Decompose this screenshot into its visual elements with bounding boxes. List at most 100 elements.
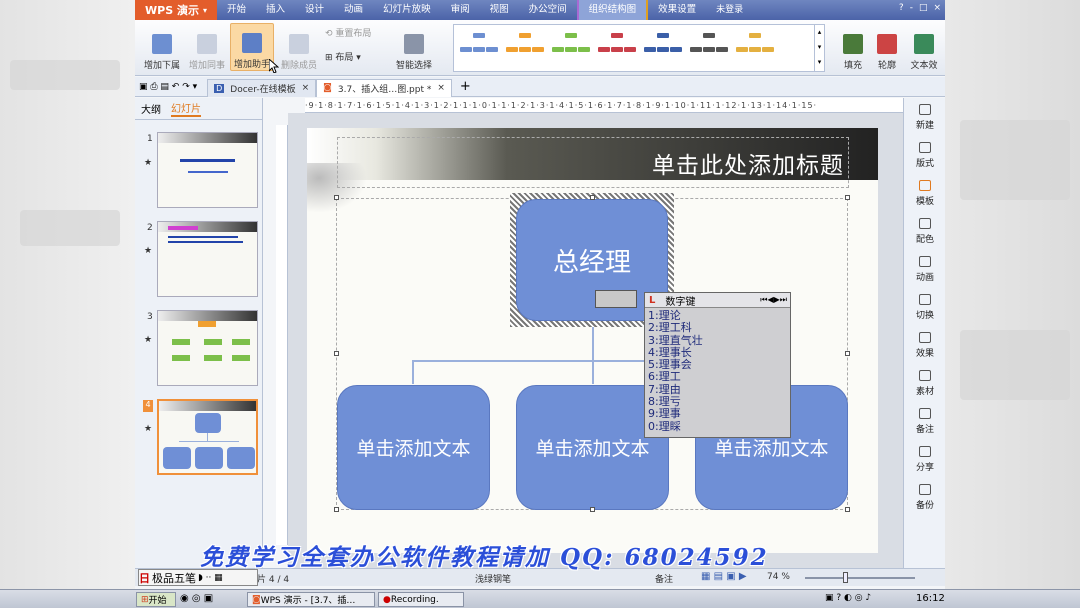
resize-handle[interactable] bbox=[845, 507, 850, 512]
style-item[interactable] bbox=[734, 29, 776, 67]
add-peer-button[interactable]: 增加同事 bbox=[185, 23, 229, 71]
taskbar-recording-window[interactable]: ● Recording. bbox=[378, 592, 464, 607]
smart-select-button[interactable]: 智能选择 bbox=[387, 23, 441, 71]
blurred-right-shape bbox=[960, 330, 1070, 400]
help-icon[interactable]: ? bbox=[899, 3, 904, 13]
text-effect-button[interactable]: 文本效 bbox=[907, 23, 941, 71]
resize-handle[interactable] bbox=[334, 351, 339, 356]
slide-number: 2 bbox=[147, 223, 153, 233]
vertical-ruler[interactable] bbox=[276, 125, 288, 545]
maximize-icon[interactable]: □ bbox=[919, 3, 928, 13]
add-subordinate-button[interactable]: 增加下属 bbox=[140, 23, 184, 71]
minimize-icon[interactable]: - bbox=[910, 3, 913, 13]
resize-handle[interactable] bbox=[590, 507, 595, 512]
tab-start[interactable]: 开始 bbox=[217, 0, 256, 20]
connector-line bbox=[412, 360, 414, 384]
slide-thumbnail-1[interactable] bbox=[157, 132, 258, 208]
tab-design[interactable]: 设计 bbox=[295, 0, 334, 20]
ime-name: 极品五笔 bbox=[152, 571, 196, 585]
resize-handle[interactable] bbox=[334, 195, 339, 200]
style-item[interactable] bbox=[504, 29, 546, 67]
slide-thumbnail-3[interactable] bbox=[157, 310, 258, 386]
style-item[interactable] bbox=[458, 29, 500, 67]
close-icon[interactable]: × bbox=[437, 83, 445, 93]
layout-pane-button[interactable]: 版式 bbox=[904, 142, 945, 169]
slide-thumbnail-2[interactable] bbox=[157, 221, 258, 297]
delete-member-label: 删除成员 bbox=[280, 61, 317, 71]
org-style-gallery[interactable]: ▴ ▾ ▾ bbox=[453, 24, 825, 72]
slide-canvas[interactable]: 单击此处添加标题 总经理 单击添加文本 单击添加文本 单击添加文本 bbox=[307, 128, 878, 553]
style-item[interactable] bbox=[596, 29, 638, 67]
tab-review[interactable]: 审阅 bbox=[441, 0, 480, 20]
transition-pane-button[interactable]: 切换 bbox=[904, 294, 945, 321]
notes-pane-button[interactable]: 备注 bbox=[904, 408, 945, 435]
ime-page-buttons[interactable]: ⏮◀▶⏭ bbox=[760, 295, 790, 305]
tray-icons[interactable]: ▣ ? ◐ ◎ ♪ bbox=[825, 593, 871, 603]
new-slide-icon bbox=[919, 104, 931, 115]
doc-tab-ppt[interactable]: ◙ 3.7、插入组…图.ppt * × bbox=[316, 78, 452, 97]
delete-member-button[interactable]: 删除成员 bbox=[277, 23, 321, 71]
quick-access-icons[interactable]: ▣ ⎙ ▤ ↶ ↷ ▾ bbox=[135, 82, 201, 92]
ime-composition-box[interactable] bbox=[595, 290, 637, 308]
tab-insert[interactable]: 插入 bbox=[256, 0, 295, 20]
notes-toggle[interactable]: 备注 bbox=[655, 572, 673, 585]
gallery-scroll[interactable]: ▴ ▾ ▾ bbox=[814, 25, 824, 71]
label: 效果 bbox=[915, 349, 934, 359]
wps-menu-button[interactable]: WPS 演示 ▾ bbox=[135, 0, 217, 20]
color-scheme-button[interactable]: 配色 bbox=[904, 218, 945, 245]
close-icon[interactable]: × bbox=[302, 83, 310, 93]
tab-animation[interactable]: 动画 bbox=[334, 0, 373, 20]
tab-outline[interactable]: 大纲 bbox=[141, 101, 161, 116]
zoom-level[interactable]: 74 % bbox=[767, 572, 790, 582]
ime-candidate[interactable]: 6:理工 bbox=[648, 371, 790, 384]
ime-status-bar[interactable]: 日 极品五笔 ◗ ·· ▦ bbox=[138, 569, 258, 586]
backup-pane-button[interactable]: 备份 bbox=[904, 484, 945, 511]
share-pane-button[interactable]: 分享 bbox=[904, 446, 945, 473]
ime-candidate-window[interactable]: L 数字键 ⏮◀▶⏭ 1:理论 2:理工科 3:理直气壮 4:理事长 5:理事会… bbox=[644, 292, 791, 438]
zoom-slider-thumb[interactable] bbox=[843, 572, 848, 583]
style-item[interactable] bbox=[688, 29, 730, 67]
material-pane-button[interactable]: 素材 bbox=[904, 370, 945, 397]
effects-pane-button[interactable]: 效果 bbox=[904, 332, 945, 359]
slide-thumbnail-4[interactable] bbox=[157, 399, 258, 475]
tab-effects[interactable]: 效果设置 bbox=[646, 0, 706, 20]
new-slide-button[interactable]: 新建 bbox=[904, 104, 945, 131]
fill-button[interactable]: 填充 bbox=[838, 23, 868, 71]
tab-view[interactable]: 视图 bbox=[480, 0, 519, 20]
tab-slideshow[interactable]: 幻灯片放映 bbox=[373, 0, 441, 20]
close-icon[interactable]: × bbox=[933, 3, 941, 13]
tab-slides[interactable]: 幻灯片 bbox=[171, 100, 201, 117]
tab-office-space[interactable]: 办公空间 bbox=[519, 0, 577, 20]
style-item[interactable] bbox=[642, 29, 684, 67]
animation-pane-button[interactable]: 动画 bbox=[904, 256, 945, 283]
doc-tab-docer[interactable]: D Docer-在线模板 × bbox=[207, 78, 317, 97]
add-assistant-button[interactable]: 增加助手 bbox=[230, 23, 274, 71]
ime-candidate[interactable]: 2:理工科 bbox=[648, 321, 790, 334]
resize-handle[interactable] bbox=[845, 351, 850, 356]
tab-org-chart[interactable]: 组织结构图 bbox=[576, 0, 647, 20]
smart-select-label: 智能选择 bbox=[395, 61, 432, 71]
slide-count: 片 4 / 4 bbox=[257, 575, 290, 585]
resize-handle[interactable] bbox=[590, 195, 595, 200]
chevron-down-icon: ▾ bbox=[202, 5, 207, 15]
quick-launch-icons[interactable]: ◉ ◎ ▣ bbox=[180, 593, 213, 604]
horizontal-ruler[interactable]: ·9·1·8·1·7·1·6·1·5·1·4·1·3·1·2·1·1·1·0·1… bbox=[305, 98, 903, 113]
ime-candidate[interactable]: 0:理睬 bbox=[648, 420, 790, 433]
view-buttons[interactable]: ▦ ▤ ▣ ▶ bbox=[701, 571, 747, 582]
start-button[interactable]: ⊞ 开始 bbox=[136, 592, 176, 607]
taskbar-wps-window[interactable]: ◙ WPS 演示 - [3.7、插… bbox=[247, 592, 375, 607]
outline-button[interactable]: 轮廓 bbox=[872, 23, 902, 71]
resize-handle[interactable] bbox=[334, 507, 339, 512]
login-status[interactable]: 未登录 bbox=[706, 0, 753, 20]
ime-logo-icon: 日 bbox=[139, 571, 150, 585]
resize-handle[interactable] bbox=[845, 195, 850, 200]
reset-layout-button[interactable]: ⟲ 重置布局 bbox=[325, 26, 371, 39]
ime-mode-icons[interactable]: ◗ ·· ▦ bbox=[198, 573, 223, 583]
ime-candidate[interactable]: 9:理事 bbox=[648, 408, 790, 421]
style-item[interactable] bbox=[550, 29, 592, 67]
new-tab-icon[interactable]: + bbox=[452, 79, 471, 94]
org-node-sub[interactable]: 单击添加文本 bbox=[337, 385, 490, 510]
zoom-slider[interactable] bbox=[805, 577, 915, 579]
template-pane-button[interactable]: 模板 bbox=[904, 180, 945, 207]
layout-button[interactable]: ⊞ 布局 ▾ bbox=[325, 50, 361, 63]
